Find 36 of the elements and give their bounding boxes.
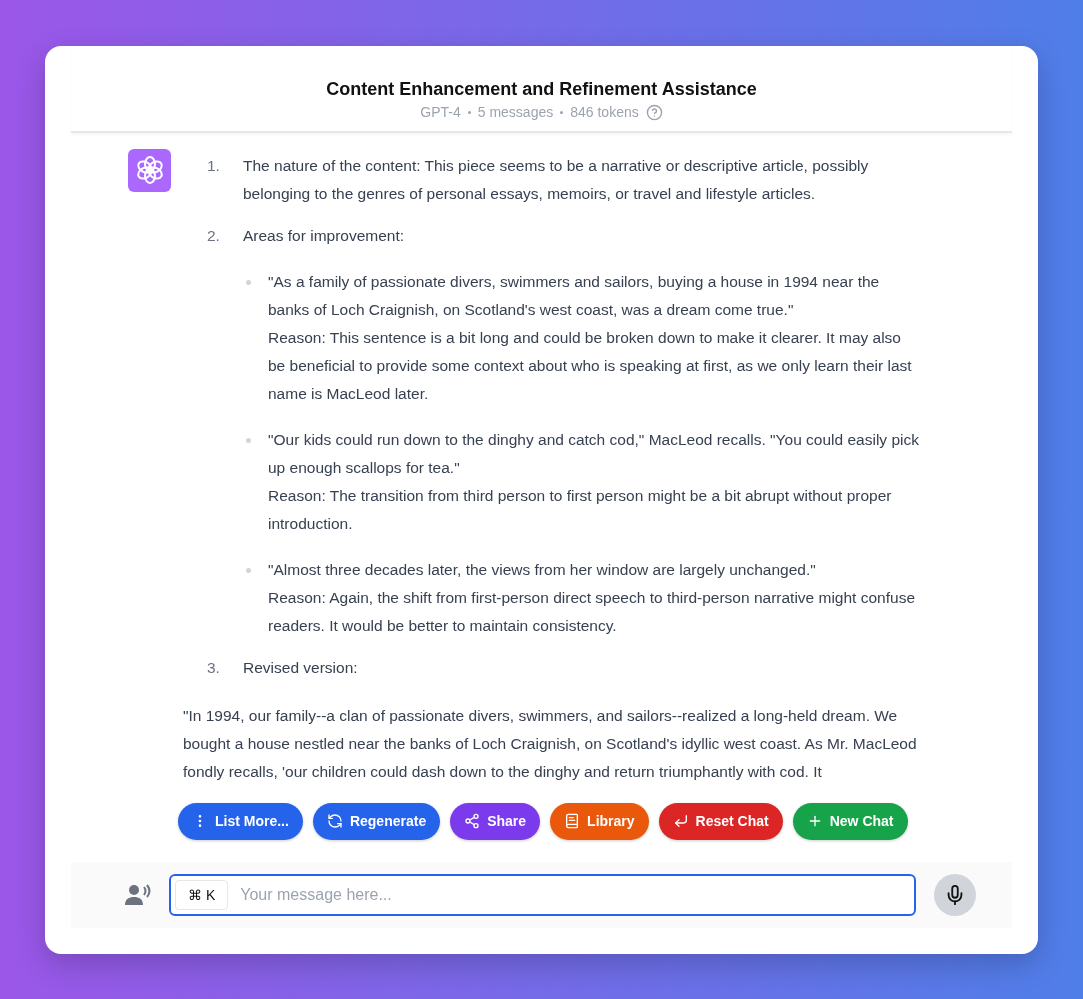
voice-icon[interactable] bbox=[125, 883, 151, 906]
list-text: Areas for improvement: bbox=[242, 225, 406, 246]
list-text: Revised version: bbox=[242, 657, 359, 678]
bullet-icon bbox=[246, 567, 251, 573]
chat-meta: GPT-4 bbox=[420, 104, 461, 120]
composer-box[interactable]: ⌘ K Your message here... bbox=[169, 873, 916, 916]
chat-meta: 846 tokens bbox=[570, 104, 639, 120]
list-number: 3. bbox=[206, 657, 221, 678]
knot-icon bbox=[134, 155, 165, 185]
action-button[interactable]: Regenerate bbox=[312, 802, 441, 840]
chat-title: Content Enhancement and Refinement Assistance bbox=[326, 78, 757, 100]
action-button[interactable]: List More... bbox=[178, 802, 303, 840]
action-button[interactable]: Reset Chat bbox=[658, 802, 783, 840]
list-number: 1. bbox=[206, 155, 221, 176]
share-icon bbox=[464, 813, 481, 829]
list-text: The nature of the content: This piece seems to be a narrative or descriptive article, possibly belonging to the genres of personal essays, memoirs, or travel and lifestyle articles. bbox=[242, 155, 870, 204]
reason-text: Reason: Again, the shift from first-person direct speech to third-person narrative might confuse readers. It would be better to maintain consistency. bbox=[268, 587, 916, 636]
return-icon bbox=[672, 813, 689, 829]
action-button[interactable]: New Chat bbox=[792, 802, 908, 840]
chat-meta: 5 messages bbox=[477, 104, 554, 120]
revised-paragraph: "In 1994, our family--a clan of passionate divers, swimmers, and sailors--realized a long-held dream. We bought a house nestled near the banks of Loch Craignish, on Scotland's idyllic west coast. As Mr. MacLeod fondly recalls, 'our children could dash down to the dinghy and return triumphantly with cod. It bbox=[183, 705, 918, 782]
action-button[interactable]: Library bbox=[550, 802, 649, 840]
reason-text: Reason: This sentence is a bit long and could be broken down to make it clearer. It may also be beneficial to provide some context about who is speaking at first, as we only learn their last name is MacLeod later. bbox=[268, 327, 913, 404]
bullet-icon bbox=[246, 279, 251, 285]
quote-text: "As a family of passionate divers, swimmers and sailors, buying a house in 1994 near the banks of Loch Craignish, on Scotland's west coast, was a dream come true." bbox=[268, 271, 881, 320]
refresh-icon bbox=[326, 813, 343, 829]
quote-text: "Almost three decades later, the views from her window are largely unchanged." bbox=[268, 559, 817, 580]
shortcut-key: ⌘ K bbox=[175, 879, 229, 910]
book-icon bbox=[564, 813, 581, 829]
list-number: 2. bbox=[206, 225, 221, 246]
bullet-icon bbox=[246, 437, 251, 443]
help-icon[interactable] bbox=[645, 103, 663, 121]
microphone-button[interactable] bbox=[934, 873, 976, 916]
action-button[interactable]: Share bbox=[450, 802, 541, 840]
reason-text: Reason: The transition from third person to first person might be a bit abrupt without proper introduction. bbox=[268, 485, 893, 534]
quote-text: "Our kids could run down to the dinghy and catch cod," MacLeod recalls. "You could easily pick up enough scallops for tea." bbox=[268, 429, 919, 478]
